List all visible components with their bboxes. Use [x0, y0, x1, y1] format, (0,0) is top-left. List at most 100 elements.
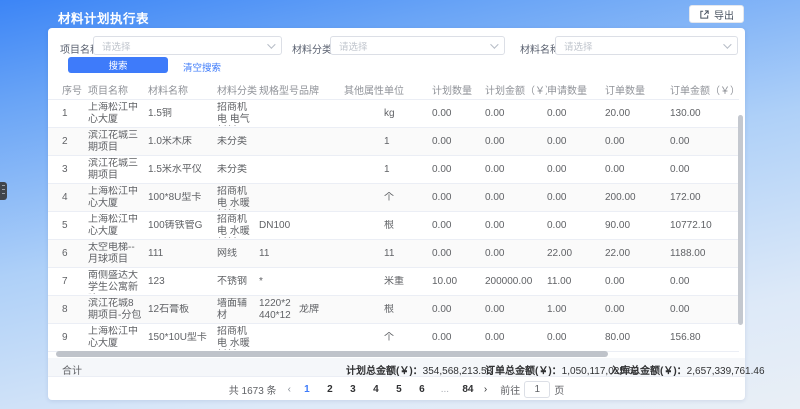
table-row[interactable]: 7南侧盛达大学生公寓新建123不锈钢*米重10.00200000.0011.00…	[48, 268, 739, 296]
table-cell: 1220*2440*12	[259, 298, 299, 322]
table-cell: DN100	[259, 220, 299, 232]
table-cell: 0.00	[485, 108, 547, 120]
export-button[interactable]: 导出	[689, 5, 744, 23]
table-cell: 7	[62, 276, 88, 288]
table-cell: 上海松江中心大厦	[88, 214, 148, 238]
table-cell: 0.00	[432, 248, 485, 260]
table-cell: 90.00	[605, 220, 670, 232]
material-select-placeholder: 请选择	[564, 39, 723, 53]
plan-total-label: 计划总金额(￥)：	[346, 366, 423, 377]
plan-total: 计划总金额(￥)：354,568,213.58	[346, 362, 492, 377]
vertical-scrollbar[interactable]	[738, 115, 743, 325]
table-cell: 100*8U型卡	[148, 192, 217, 204]
goto-label: 前往	[500, 382, 520, 397]
table-cell: 10.00	[432, 276, 485, 288]
page-number-button[interactable]: 2	[323, 384, 337, 395]
table-cell: 80.00	[605, 332, 670, 344]
table-cell: 0.00	[432, 108, 485, 120]
page-number-button[interactable]: 3	[346, 384, 360, 395]
page-number-button[interactable]: 84	[461, 384, 475, 395]
table-cell: 4	[62, 192, 88, 204]
table-cell: 墙面辅材	[217, 298, 259, 322]
search-button[interactable]: 搜索	[68, 57, 168, 73]
chevron-down-icon	[490, 40, 498, 48]
table-cell: 太空电梯--月球项目	[88, 242, 148, 266]
table-cell: 0.00	[547, 332, 605, 344]
table-cell: 100铸铁管G	[148, 220, 217, 232]
table-row[interactable]: 8滨江花城8期项目-分包12石膏板墙面辅材1220*2440*12龙牌根0.00…	[48, 296, 739, 324]
page-number-button[interactable]: 5	[392, 384, 406, 395]
page-number-list: 123456... 84	[300, 384, 475, 395]
plan-total-value: 354,568,213.58	[423, 366, 493, 377]
table-cell: 5	[62, 220, 88, 232]
table-row[interactable]: 6太空电梯--月球项目111网线11110.000.0022.0022.0011…	[48, 240, 739, 268]
clear-search-link[interactable]: 清空搜索	[183, 60, 221, 74]
table-cell: 0.00	[485, 136, 547, 148]
table-cell: 150*10U型卡	[148, 332, 217, 344]
goto-page-input[interactable]	[524, 381, 550, 398]
table-row[interactable]: 9上海松江中心大厦150*10U型卡招商机电 水暖材料个0.000.000.00…	[48, 324, 739, 352]
page-title: 材料计划执行表	[58, 8, 149, 27]
horizontal-scrollbar[interactable]	[56, 351, 608, 357]
category-filter-label: 材料分类	[292, 41, 332, 56]
column-header: 单位	[384, 82, 432, 97]
prev-page-button[interactable]: ‹	[288, 384, 291, 395]
export-icon	[699, 9, 710, 20]
chevron-down-icon	[723, 40, 731, 48]
table-cell: 111	[148, 248, 217, 260]
table-cell: 9	[62, 332, 88, 344]
table-cell: 22.00	[605, 248, 670, 260]
material-filter-label: 材料名称	[520, 41, 560, 56]
table-cell: 根	[384, 220, 432, 232]
inbound-total-label: 入库总金额(￥)：	[610, 366, 687, 377]
table-cell: 招商机电 水暖材料	[217, 214, 259, 238]
table-cell: 0.00	[547, 136, 605, 148]
pagination-total: 共 1673 条	[229, 382, 277, 397]
table-cell: 1.5米水平仪	[148, 164, 217, 176]
column-header: 订单数量	[605, 82, 670, 97]
sidebar-collapse-handle[interactable]	[0, 182, 7, 200]
table-cell: 招商机电 电气材料	[217, 102, 259, 126]
table-cell: 1.0米木床	[148, 136, 217, 148]
table-cell: 0.00	[547, 220, 605, 232]
column-header: 材料名称	[148, 82, 217, 97]
material-select[interactable]: 请选择	[555, 36, 738, 55]
order-total-label: 订单总金额(￥)：	[485, 366, 562, 377]
table-cell: 6	[62, 248, 88, 260]
table-row[interactable]: 3滨江花城三期项目1.5米水平仪未分类10.000.000.000.000.00	[48, 156, 739, 184]
page-number-button[interactable]: 1	[300, 384, 314, 395]
table-cell: 0.00	[670, 276, 740, 288]
column-header: 其他属性	[344, 82, 384, 97]
table-cell: 0.00	[485, 164, 547, 176]
table-cell: 龙牌	[299, 304, 344, 316]
summary-row: 合计 计划总金额(￥)：354,568,213.58 订单总金额(￥)：1,05…	[48, 358, 745, 377]
next-page-button[interactable]: ›	[484, 384, 487, 395]
project-select[interactable]: 请选择	[93, 36, 282, 55]
table-row[interactable]: 5上海松江中心大厦100铸铁管G招商机电 水暖材料DN100根0.000.000…	[48, 212, 739, 240]
table-cell: 0.00	[432, 164, 485, 176]
table-cell: 0.00	[485, 304, 547, 316]
category-select[interactable]: 请选择	[330, 36, 505, 55]
column-header: 品牌	[299, 82, 344, 97]
table-cell: 0.00	[670, 164, 740, 176]
table-row[interactable]: 2滨江花城三期项目1.0米木床未分类10.000.000.000.000.00	[48, 128, 739, 156]
table-cell: 滨江花城8期项目-分包	[88, 298, 148, 322]
table-cell: *	[259, 276, 299, 288]
column-header: 计划数量	[432, 82, 485, 97]
page-ellipsis: ...	[438, 384, 452, 395]
table-cell: 未分类	[217, 164, 259, 176]
table-cell: 11	[384, 248, 432, 260]
table-row[interactable]: 1上海松江中心大厦1.5铜招商机电 电气材料kg0.000.000.0020.0…	[48, 100, 739, 128]
category-select-placeholder: 请选择	[339, 39, 490, 53]
table-cell: kg	[384, 108, 432, 120]
column-header: 订单金额（￥）	[670, 82, 740, 97]
column-header: 规格型号	[259, 82, 299, 97]
content-card: 项目名称 请选择 材料分类 请选择 材料名称 请选择 搜索 清空搜索 序号项目名…	[48, 28, 745, 400]
table-row[interactable]: 4上海松江中心大厦100*8U型卡招商机电 水暖材料个0.000.000.002…	[48, 184, 739, 212]
table-cell: 未分类	[217, 136, 259, 148]
pagination: 共 1673 条 ‹ 123456...84 › 前往 页	[48, 380, 745, 398]
page-number-button[interactable]: 6	[415, 384, 429, 395]
column-header: 申请数量	[547, 82, 605, 97]
page-number-button[interactable]: 4	[369, 384, 383, 395]
table-cell: 0.00	[432, 332, 485, 344]
